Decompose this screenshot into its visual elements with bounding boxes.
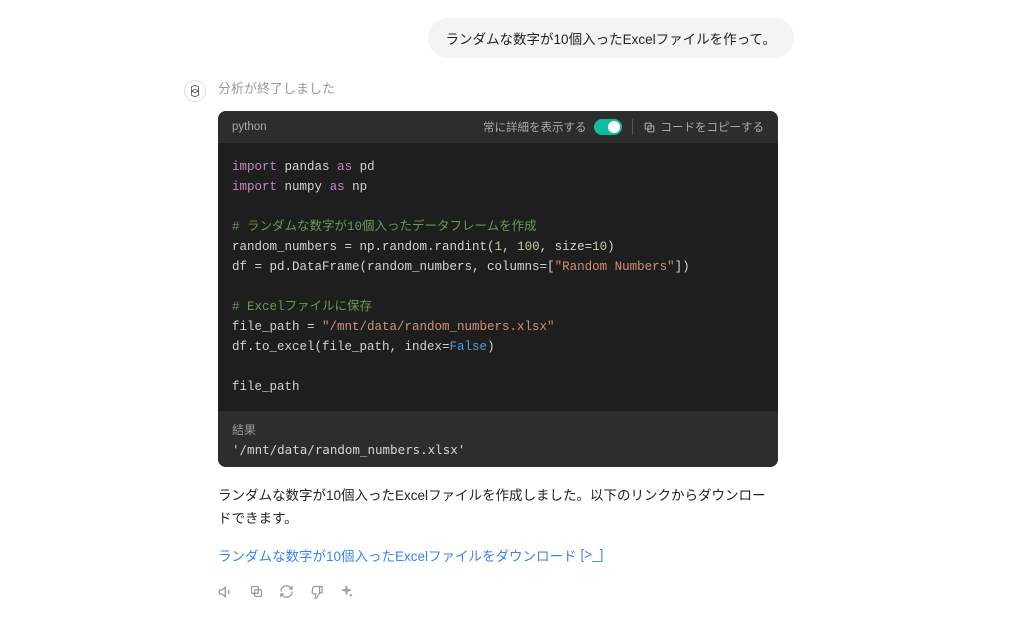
copy-icon bbox=[643, 121, 656, 134]
toggle-label: 常に詳細を表示する bbox=[483, 119, 587, 135]
header-divider bbox=[632, 119, 633, 135]
user-message-bubble: ランダムな数字が10個入ったExcelファイルを作って。 bbox=[428, 18, 794, 58]
user-message-row: ランダムな数字が10個入ったExcelファイルを作って。 bbox=[0, 10, 1024, 78]
regenerate-button[interactable] bbox=[278, 584, 294, 600]
code-body[interactable]: import pandas as pd import numpy as np #… bbox=[218, 143, 778, 411]
copy-button[interactable] bbox=[248, 584, 264, 600]
code-header: python 常に詳細を表示する コードをコピーする bbox=[218, 111, 778, 143]
more-button[interactable] bbox=[338, 584, 354, 600]
download-link-text: ランダムな数字が10個入ったExcelファイルをダウンロード bbox=[218, 545, 577, 565]
speaker-icon bbox=[218, 584, 234, 600]
download-link[interactable]: ランダムな数字が10個入ったExcelファイルをダウンロード [>_] bbox=[218, 545, 603, 565]
copy-icon bbox=[249, 584, 264, 599]
assistant-row: 分析が終了しました python 常に詳細を表示する bbox=[0, 78, 1024, 600]
assistant-content: 分析が終了しました python 常に詳細を表示する bbox=[218, 78, 778, 600]
result-block: 結果 '/mnt/data/random_numbers.xlsx' bbox=[218, 411, 778, 467]
sparkle-icon bbox=[339, 584, 354, 599]
download-link-suffix: [>_] bbox=[581, 547, 604, 562]
response-text: ランダムな数字が10個入ったExcelファイルを作成しました。以下のリンクからダ… bbox=[218, 485, 778, 531]
code-block: python 常に詳細を表示する コードをコピーする bbox=[218, 111, 778, 467]
user-message-text: ランダムな数字が10個入ったExcelファイルを作って。 bbox=[446, 32, 776, 47]
result-label: 結果 bbox=[232, 421, 764, 438]
refresh-icon bbox=[279, 584, 294, 599]
copy-code-label: コードをコピーする bbox=[661, 119, 765, 135]
result-value: '/mnt/data/random_numbers.xlsx' bbox=[232, 442, 764, 457]
download-link-row: ランダムな数字が10個入ったExcelファイルをダウンロード [>_] bbox=[218, 545, 778, 566]
read-aloud-button[interactable] bbox=[218, 584, 234, 600]
copy-code-button[interactable]: コードをコピーする bbox=[643, 119, 765, 135]
analysis-status: 分析が終了しました bbox=[218, 78, 778, 97]
dislike-button[interactable] bbox=[308, 584, 324, 600]
always-show-detail-toggle[interactable] bbox=[594, 119, 622, 135]
openai-logo-icon bbox=[188, 84, 202, 98]
assistant-avatar bbox=[184, 80, 206, 102]
action-bar bbox=[218, 584, 778, 600]
code-language-label: python bbox=[232, 121, 267, 133]
always-show-detail-toggle-wrap: 常に詳細を表示する bbox=[483, 119, 622, 135]
code-header-controls: 常に詳細を表示する コードをコピーする bbox=[483, 119, 764, 135]
thumbs-down-icon bbox=[309, 584, 324, 599]
